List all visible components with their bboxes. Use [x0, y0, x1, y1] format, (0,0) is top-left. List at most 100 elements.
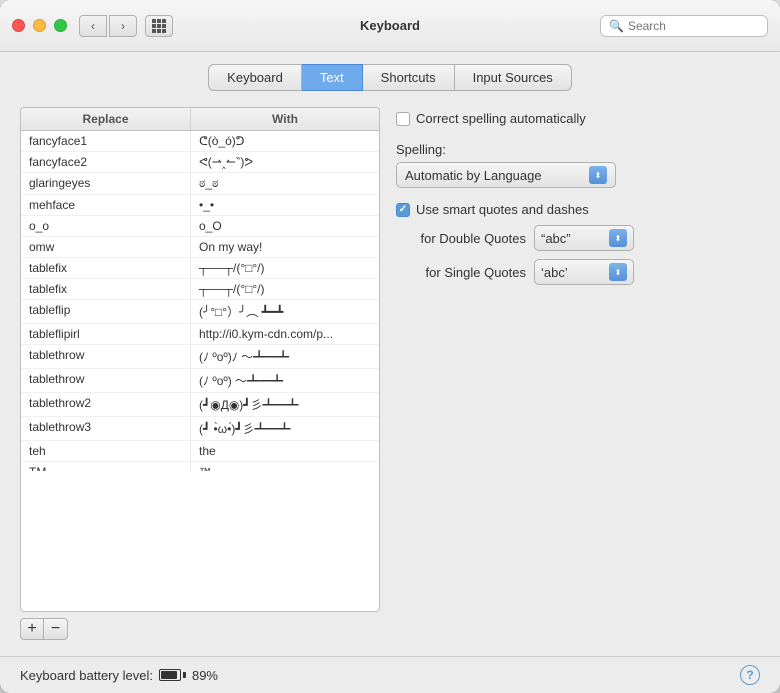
tab-text[interactable]: Text	[302, 64, 363, 91]
table-row[interactable]: omw On my way!	[21, 237, 379, 258]
table-row[interactable]: tablefix ┬──┬/(°□°/)	[21, 279, 379, 300]
nav-buttons: ‹ ›	[79, 15, 137, 37]
tab-input-sources[interactable]: Input Sources	[455, 64, 572, 91]
cell-with: ™	[191, 462, 379, 471]
table-row[interactable]: tableflip (╯°□°）╯︵ ┻━┻	[21, 300, 379, 324]
table-row[interactable]: tablethrow3 (┛ •̀ω•́)┛彡┻━┻	[21, 417, 379, 441]
help-button[interactable]: ?	[740, 665, 760, 685]
battery-label: Keyboard battery level:	[20, 668, 153, 683]
cell-with: ᕙ(⇀‸↼‶)ᕗ	[191, 152, 379, 172]
traffic-lights	[12, 19, 67, 32]
left-panel: Replace With fancyface1 ᕦ(ò_ó)ᕤ fancyfac…	[20, 107, 380, 640]
cell-replace: fancyface1	[21, 131, 191, 151]
cell-replace: tablethrow	[21, 369, 191, 392]
battery-percent: 89%	[192, 668, 218, 683]
smart-quotes-checkbox[interactable]	[396, 203, 410, 217]
maximize-button[interactable]	[54, 19, 67, 32]
cell-with: ┬──┬/(°□°/)	[191, 258, 379, 278]
table-row[interactable]: o_o o_O	[21, 216, 379, 237]
smart-quotes-label: Use smart quotes and dashes	[416, 202, 589, 217]
cell-with: (┛◉Д◉)┛彡┻━┻	[191, 393, 379, 416]
cell-replace: tableflipirl	[21, 324, 191, 344]
spelling-dropdown[interactable]: Automatic by Language ⬍	[396, 162, 616, 188]
titlebar: ‹ › Keyboard 🔍 ✕	[0, 0, 780, 52]
search-icon: 🔍	[609, 19, 624, 33]
table-header: Replace With	[21, 108, 379, 131]
table-row[interactable]: tablefix ┬──┬/(°□°/)	[21, 258, 379, 279]
add-row-button[interactable]: +	[20, 618, 44, 640]
tab-keyboard[interactable]: Keyboard	[208, 64, 302, 91]
double-quotes-dropdown-arrow-icon: ⬍	[609, 229, 627, 247]
cell-replace: glaringeyes	[21, 173, 191, 194]
single-quotes-dropdown[interactable]: ‘abc’ ⬍	[534, 259, 634, 285]
table-row[interactable]: tablethrow2 (┛◉Д◉)┛彡┻━┻	[21, 393, 379, 417]
table-body[interactable]: fancyface1 ᕦ(ò_ó)ᕤ fancyface2 ᕙ(⇀‸↼‶)ᕗ g…	[21, 131, 379, 471]
grid-icon	[152, 19, 166, 33]
search-box[interactable]: 🔍 ✕	[600, 15, 768, 37]
table-row[interactable]: fancyface2 ᕙ(⇀‸↼‶)ᕗ	[21, 152, 379, 173]
table-row[interactable]: tablethrow (ﾉ ºoº) ～┻━┻	[21, 369, 379, 393]
table-actions: + −	[20, 618, 380, 640]
right-panel: Correct spelling automatically Spelling:…	[396, 107, 760, 640]
table-row[interactable]: teh the	[21, 441, 379, 462]
cell-replace: TM	[21, 462, 191, 471]
cell-replace: tablefix	[21, 258, 191, 278]
tab-shortcuts[interactable]: Shortcuts	[363, 64, 455, 91]
single-quotes-row: for Single Quotes ‘abc’ ⬍	[396, 259, 760, 285]
forward-button[interactable]: ›	[109, 15, 137, 37]
battery-info: Keyboard battery level: 89%	[20, 668, 218, 683]
cell-replace: tableflip	[21, 300, 191, 323]
cell-with: (ﾉ ºoº)ﾉ ～┻━┻	[191, 345, 379, 368]
grid-button[interactable]	[145, 15, 173, 37]
battery-icon	[159, 669, 186, 681]
search-input[interactable]	[628, 19, 780, 33]
minimize-button[interactable]	[33, 19, 46, 32]
spelling-dropdown-row: Automatic by Language ⬍	[396, 162, 760, 188]
correct-spelling-row: Correct spelling automatically	[396, 111, 760, 126]
table-row[interactable]: mehface •_•	[21, 195, 379, 216]
correct-spelling-label: Correct spelling automatically	[416, 111, 586, 126]
header-with: With	[191, 108, 379, 130]
cell-with: the	[191, 441, 379, 461]
cell-replace: teh	[21, 441, 191, 461]
cell-with: On my way!	[191, 237, 379, 257]
cell-replace: omw	[21, 237, 191, 257]
cell-with: (┛ •̀ω•́)┛彡┻━┻	[191, 417, 379, 440]
cell-with: ಠ_ಠ	[191, 173, 379, 194]
cell-replace: mehface	[21, 195, 191, 215]
cell-replace: tablethrow2	[21, 393, 191, 416]
remove-row-button[interactable]: −	[44, 618, 68, 640]
double-quotes-dropdown[interactable]: “abc” ⬍	[534, 225, 634, 251]
table-row[interactable]: fancyface1 ᕦ(ò_ó)ᕤ	[21, 131, 379, 152]
window-title: Keyboard	[360, 18, 420, 33]
cell-replace: tablethrow	[21, 345, 191, 368]
cell-with: (╯°□°）╯︵ ┻━┻	[191, 300, 379, 323]
table-row[interactable]: tablethrow (ﾉ ºoº)ﾉ ～┻━┻	[21, 345, 379, 369]
double-quotes-label: for Double Quotes	[396, 231, 526, 246]
spelling-section: Spelling: Automatic by Language ⬍	[396, 142, 760, 188]
table-row[interactable]: glaringeyes ಠ_ಠ	[21, 173, 379, 195]
close-button[interactable]	[12, 19, 25, 32]
single-quotes-value: ‘abc’	[541, 265, 568, 280]
cell-with: http://i0.kym-cdn.com/p...	[191, 324, 379, 344]
cell-replace: tablethrow3	[21, 417, 191, 440]
text-substitution-table: Replace With fancyface1 ᕦ(ò_ó)ᕤ fancyfac…	[20, 107, 380, 612]
table-row[interactable]: TM ™	[21, 462, 379, 471]
table-row[interactable]: tableflipirl http://i0.kym-cdn.com/p...	[21, 324, 379, 345]
cell-replace: tablefix	[21, 279, 191, 299]
cell-with: ᕦ(ò_ó)ᕤ	[191, 131, 379, 151]
single-quotes-dropdown-arrow-icon: ⬍	[609, 263, 627, 281]
battery-fill	[161, 671, 177, 679]
cell-replace: o_o	[21, 216, 191, 236]
smart-quotes-section: Use smart quotes and dashes for Double Q…	[396, 202, 760, 285]
content-area: Replace With fancyface1 ᕦ(ò_ó)ᕤ fancyfac…	[0, 91, 780, 656]
correct-spelling-checkbox[interactable]	[396, 112, 410, 126]
single-quotes-label: for Single Quotes	[396, 265, 526, 280]
cell-with: (ﾉ ºoº) ～┻━┻	[191, 369, 379, 392]
double-quotes-row: for Double Quotes “abc” ⬍	[396, 225, 760, 251]
tab-bar: Keyboard Text Shortcuts Input Sources	[0, 52, 780, 91]
header-replace: Replace	[21, 108, 191, 130]
back-button[interactable]: ‹	[79, 15, 107, 37]
battery-tip	[183, 672, 186, 678]
spelling-section-label: Spelling:	[396, 142, 760, 157]
